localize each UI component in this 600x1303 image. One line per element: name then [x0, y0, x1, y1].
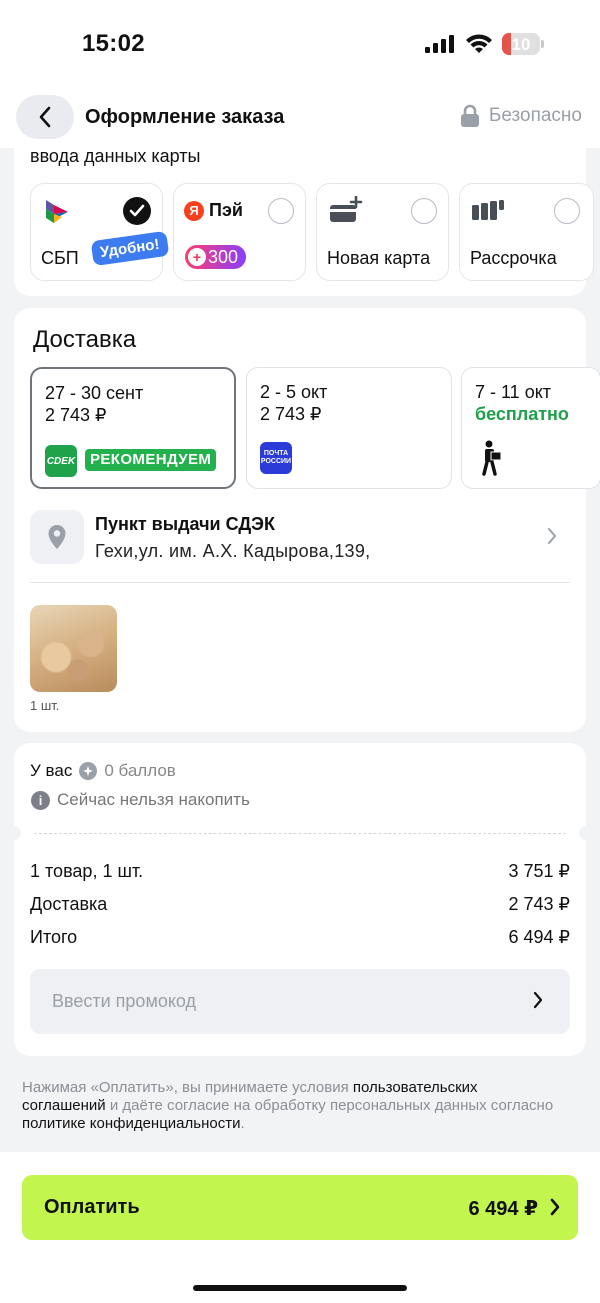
pickup-point-title[interactable]: Пункт выдачи СДЭК: [95, 514, 275, 535]
payment-option-label: СБП: [41, 248, 79, 268]
ticket-notch-right: [579, 826, 593, 840]
summary-value: 6 494 ₽: [508, 927, 571, 947]
privacy-policy-link[interactable]: политике конфиденциальности: [22, 1115, 240, 1132]
installment-icon: [472, 200, 504, 220]
sbp-icon: [46, 200, 68, 223]
bonus-star-icon: [79, 762, 98, 780]
radio-button[interactable]: [411, 198, 437, 224]
divider: [30, 582, 570, 583]
chevron-right-icon: [550, 1198, 560, 1216]
summary-value: 3 751 ₽: [508, 861, 571, 881]
battery-icon: 10: [502, 33, 544, 55]
legal-text-part: Нажимая «Оплатить», вы принимаете услови…: [22, 1079, 353, 1096]
cashback-value: 300: [208, 246, 239, 267]
bonus-prefix: У вас: [30, 761, 73, 780]
info-icon: i: [31, 790, 50, 810]
delivery-option-courier[interactable]: 7 - 11 окт бесплатно: [461, 367, 600, 489]
radio-button[interactable]: [554, 198, 580, 224]
selected-check-icon: [123, 197, 151, 225]
delivery-price: 2 743 ₽: [260, 404, 322, 424]
payment-option-label: Пэй: [209, 200, 243, 220]
summary-value: 2 743 ₽: [508, 894, 571, 914]
pay-button[interactable]: Оплатить 6 494 ₽: [22, 1175, 578, 1240]
battery-level: 10: [511, 35, 531, 54]
secure-label: Безопасно: [488, 105, 582, 126]
summary-label: 1 товар, 1 шт.: [30, 861, 144, 881]
promo-code-placeholder: Ввести промокод: [52, 991, 197, 1011]
payment-option-new-card[interactable]: Новая карта: [316, 183, 449, 281]
pay-button-label: Оплатить: [44, 1196, 140, 1218]
home-indicator[interactable]: [193, 1285, 407, 1291]
radio-button[interactable]: [268, 198, 294, 224]
bonus-info-text: Сейчас нельзя накопить: [57, 790, 250, 809]
summary-row-total: Итого 6 494 ₽: [30, 927, 570, 948]
delivery-title: Доставка: [33, 326, 137, 353]
product-quantity: 1 шт.: [30, 698, 60, 713]
chevron-right-icon: [533, 991, 543, 1009]
status-bar: 15:02 10: [0, 0, 600, 88]
pay-button-amount: 6 494 ₽: [468, 1198, 538, 1220]
summary-label: Доставка: [30, 894, 108, 914]
russian-post-logo-icon: ПОЧТА РОССИИ: [260, 442, 292, 474]
cdek-logo-icon: CDEK: [45, 445, 77, 477]
delivery-dates: 2 - 5 окт: [260, 382, 328, 402]
delivery-price: 2 743 ₽: [45, 405, 107, 425]
back-button[interactable]: [16, 95, 74, 139]
bonus-points-value: 0 баллов: [104, 761, 176, 780]
payment-option-label: Рассрочка: [470, 248, 557, 268]
chevron-right-icon[interactable]: [546, 527, 558, 545]
delivery-option-russian-post[interactable]: 2 - 5 окт 2 743 ₽ ПОЧТА РОССИИ: [246, 367, 452, 489]
payment-section-text: ввода данных карты: [30, 146, 201, 166]
convenient-badge: Удобно!: [90, 230, 169, 267]
secure-indicator: Безопасно: [459, 104, 582, 128]
pickup-point-address[interactable]: Гехи,ул. им. А.Х. Кадырова,139,: [95, 541, 370, 562]
delivery-price: бесплатно: [475, 404, 569, 424]
legal-text: Нажимая «Оплатить», вы принимаете услови…: [22, 1079, 562, 1133]
payment-option-sbp[interactable]: СБП Удобно!: [30, 183, 169, 281]
new-card-icon: [330, 196, 363, 222]
location-pin-icon: [48, 525, 66, 549]
summary-row-items: 1 товар, 1 шт. 3 751 ₽: [30, 861, 570, 882]
bonus-points-row: У вас 0 баллов: [30, 761, 176, 781]
product-thumbnail[interactable]: [30, 605, 117, 692]
plus-icon: +: [188, 248, 206, 266]
payment-option-installment[interactable]: Рассрочка: [459, 183, 594, 281]
bonus-info-row: i Сейчас нельзя накопить: [31, 790, 250, 810]
pickup-point-icon-box[interactable]: [30, 510, 84, 564]
courier-icon: [482, 440, 502, 476]
cashback-badge: + 300: [185, 245, 247, 269]
wifi-icon: [466, 34, 492, 53]
dashed-divider: [34, 833, 566, 834]
chevron-left-icon: [39, 106, 51, 128]
summary-row-delivery: Доставка 2 743 ₽: [30, 894, 570, 915]
page-title: Оформление заказа: [85, 106, 285, 128]
legal-text-part: и даёте согласие на обработку персональн…: [105, 1097, 554, 1114]
ticket-notch-left: [7, 826, 21, 840]
recommend-badge: РЕКОМЕНДУЕМ: [85, 449, 217, 471]
yandex-pay-icon: Я: [184, 200, 204, 221]
lock-icon: [460, 104, 479, 127]
legal-text-part: .: [240, 1115, 245, 1132]
summary-label: Итого: [30, 927, 78, 947]
payment-option-yandex-pay[interactable]: Я Пэй + 300: [173, 183, 306, 281]
delivery-dates: 7 - 11 окт: [475, 382, 552, 402]
delivery-option-cdek[interactable]: 27 - 30 сент 2 743 ₽ CDEK РЕКОМЕНДУЕМ: [30, 367, 236, 489]
payment-option-label: Новая карта: [327, 248, 431, 268]
delivery-dates: 27 - 30 сент: [45, 383, 144, 403]
status-time: 15:02: [82, 30, 145, 57]
promo-code-field[interactable]: Ввести промокод: [30, 969, 570, 1034]
nav-bar: Оформление заказа Безопасно: [0, 88, 600, 148]
cellular-signal-icon: [425, 35, 454, 53]
